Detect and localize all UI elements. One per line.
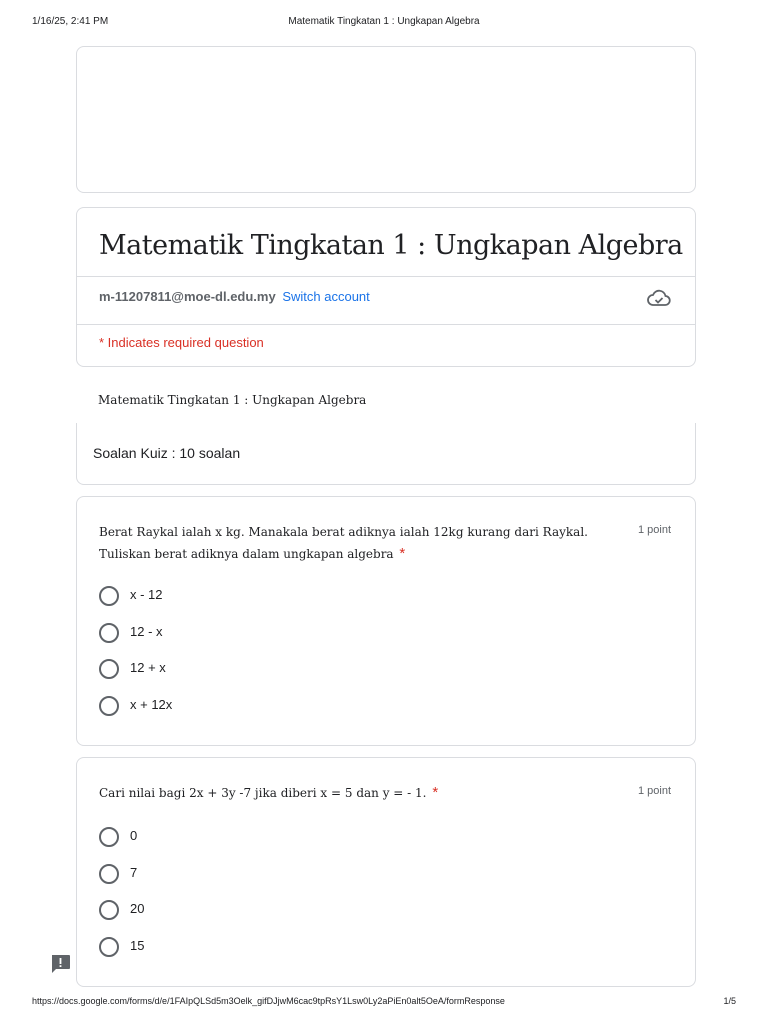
required-asterisk: *	[432, 784, 439, 801]
radio-button[interactable]	[99, 827, 119, 847]
radio-button[interactable]	[99, 659, 119, 679]
radio-button[interactable]	[99, 936, 119, 957]
option-list: 0 7 20 15	[99, 826, 144, 972]
option-label: 12 + x	[130, 660, 166, 675]
option-label: x - 12	[130, 587, 163, 602]
print-page-number: 1/5	[723, 996, 736, 1006]
account-row: m-11207811@moe-dl.edu.my Switch account	[99, 289, 370, 304]
option-label: x + 12x	[130, 696, 173, 712]
radio-button[interactable]	[99, 900, 119, 920]
question-points: 1 point	[637, 785, 671, 797]
required-note: * Indicates required question	[99, 335, 264, 350]
radio-option[interactable]: 7	[99, 863, 144, 900]
option-label: 12 - x	[130, 623, 163, 639]
radio-button[interactable]	[99, 586, 119, 606]
question-text: Berat Raykal ialah x kg. Manakala berat …	[99, 521, 629, 565]
option-label: 0	[130, 828, 138, 843]
print-url: https://docs.google.com/forms/d/e/1FAIpQ…	[32, 996, 505, 1006]
question-points: 1 point	[637, 524, 671, 536]
question-text: Cari nilai bagi 2x + 3y -7 jika diberi x…	[99, 782, 629, 804]
option-list: x - 12 12 - x 12 + x x + 12x	[99, 585, 172, 731]
question-text-body: Cari nilai bagi 2x + 3y -7 jika diberi x…	[99, 786, 427, 800]
radio-option[interactable]: 0	[99, 826, 144, 863]
radio-option[interactable]: 12 - x	[99, 622, 172, 659]
switch-account-link[interactable]: Switch account	[282, 289, 369, 304]
option-label: 20	[130, 901, 145, 916]
option-label: 15	[130, 937, 145, 953]
question-card-1: Berat Raykal ialah x kg. Manakala berat …	[76, 496, 696, 746]
question-card-2: Cari nilai bagi 2x + 3y -7 jika diberi x…	[76, 757, 696, 987]
radio-option[interactable]: 20	[99, 899, 144, 936]
radio-option[interactable]: x - 12	[99, 585, 172, 622]
account-email: m-11207811@moe-dl.edu.my	[99, 289, 276, 304]
radio-option[interactable]: 12 + x	[99, 658, 172, 695]
radio-button[interactable]	[99, 863, 119, 884]
radio-button[interactable]	[99, 622, 119, 643]
required-asterisk: *	[399, 545, 406, 562]
section-description: Soalan Kuiz : 10 soalan	[93, 445, 241, 461]
form-banner	[76, 46, 696, 193]
question-text-body: Berat Raykal ialah x kg. Manakala berat …	[99, 525, 588, 561]
form-header-card: Matematik Tingkatan 1 : Ungkapan Algebra…	[76, 207, 696, 367]
radio-option[interactable]: 15	[99, 936, 144, 973]
radio-button[interactable]	[99, 695, 119, 716]
print-footer: https://docs.google.com/forms/d/e/1FAIpQ…	[32, 996, 736, 1010]
print-page-title: Matematik Tingkatan 1 : Ungkapan Algebra	[288, 16, 480, 27]
option-label: 7	[130, 864, 138, 880]
form-title: Matematik Tingkatan 1 : Ungkapan Algebra	[99, 230, 683, 261]
print-header: 1/16/25, 2:41 PM Matematik Tingkatan 1 :…	[32, 16, 736, 30]
section-title: Matematik Tingkatan 1 : Ungkapan Algebra	[98, 393, 367, 407]
divider	[77, 324, 695, 325]
cloud-check-icon	[647, 289, 671, 306]
divider	[77, 276, 695, 277]
report-issue-icon[interactable]	[50, 954, 71, 974]
radio-option[interactable]: x + 12x	[99, 695, 172, 732]
section-description-card: Soalan Kuiz : 10 soalan	[76, 423, 696, 485]
